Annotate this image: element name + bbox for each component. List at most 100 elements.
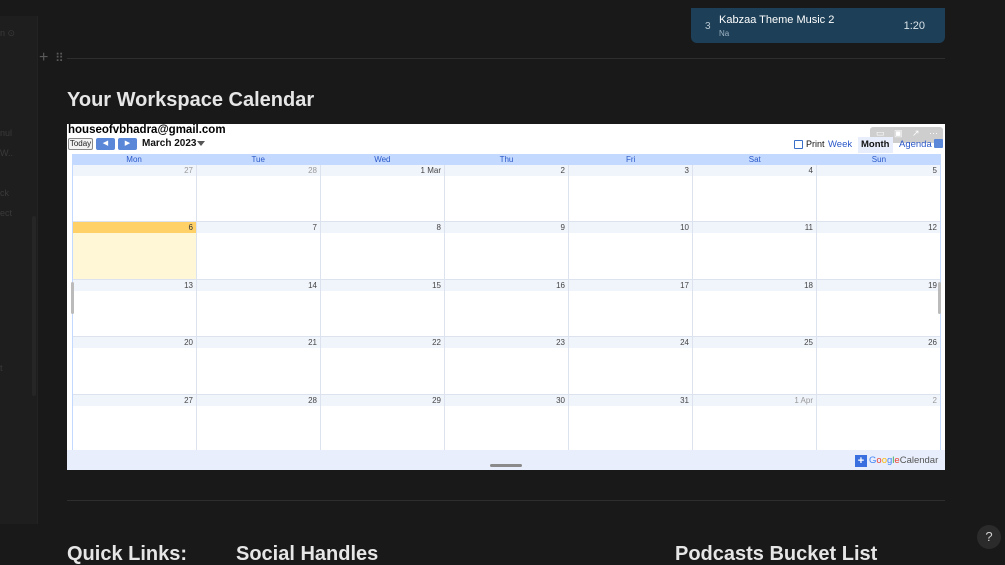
week-row: 27 28 1 Mar 2 3 4 5 bbox=[73, 165, 940, 223]
day-cell[interactable]: 28 bbox=[197, 165, 321, 222]
day-cell[interactable]: 19 bbox=[817, 279, 940, 336]
day-cell[interactable]: 23 bbox=[445, 337, 569, 394]
day-number[interactable]: 23 bbox=[445, 337, 568, 349]
print-icon[interactable] bbox=[794, 140, 803, 149]
day-cell[interactable]: 22 bbox=[321, 337, 445, 394]
day-number[interactable]: 15 bbox=[321, 279, 444, 291]
day-number[interactable]: 2 bbox=[817, 394, 940, 406]
view-month-tab[interactable]: Month bbox=[858, 137, 893, 153]
day-cell[interactable]: 10 bbox=[569, 222, 693, 279]
resize-handle[interactable] bbox=[490, 464, 522, 467]
day-number[interactable]: 2 bbox=[445, 165, 568, 176]
day-cell[interactable]: 7 bbox=[197, 222, 321, 279]
day-number[interactable]: 16 bbox=[445, 279, 568, 291]
day-number[interactable]: 21 bbox=[197, 337, 320, 349]
month-dropdown-icon[interactable] bbox=[197, 141, 205, 146]
right-scroll-handle[interactable] bbox=[938, 282, 941, 314]
day-number[interactable]: 5 bbox=[817, 165, 940, 176]
day-cell[interactable]: 12 bbox=[817, 222, 940, 278]
day-cell[interactable]: 24 bbox=[569, 337, 693, 394]
sidebar-fragment[interactable]: nul bbox=[0, 128, 12, 138]
sidebar-fragment[interactable]: n ⊙ bbox=[0, 28, 15, 39]
day-number[interactable]: 1 Apr bbox=[693, 394, 816, 406]
day-cell[interactable]: 13 bbox=[73, 279, 197, 337]
day-cell[interactable]: 2 bbox=[817, 394, 940, 451]
help-button[interactable]: ? bbox=[977, 525, 1001, 549]
day-number[interactable]: 4 bbox=[693, 165, 816, 176]
day-number[interactable]: 13 bbox=[73, 279, 196, 291]
day-cell-today[interactable]: 6 bbox=[73, 222, 197, 279]
sidebar-fragment[interactable]: ect bbox=[0, 208, 12, 218]
day-number[interactable]: 1 Mar bbox=[321, 165, 444, 176]
today-button[interactable]: Today bbox=[68, 138, 93, 150]
day-cell[interactable]: 1 Mar bbox=[321, 165, 445, 222]
page: n ⊙ nul W.. ck ect t + ⠿ 3 Kabzaa Theme … bbox=[0, 0, 1005, 565]
day-number[interactable]: 7 bbox=[197, 222, 320, 234]
day-cell[interactable]: 27 bbox=[73, 165, 197, 222]
day-cell[interactable]: 11 bbox=[693, 222, 817, 279]
day-cell[interactable]: 4 bbox=[693, 165, 817, 222]
day-cell[interactable]: 20 bbox=[73, 337, 197, 394]
left-scroll-handle[interactable] bbox=[71, 282, 74, 314]
google-calendar-logo[interactable]: GoogleCalendar bbox=[869, 455, 938, 466]
day-number[interactable]: 31 bbox=[569, 394, 692, 406]
day-cell[interactable]: 26 bbox=[817, 337, 940, 393]
sidebar-fragment[interactable]: ck bbox=[0, 188, 9, 198]
next-month-icon[interactable]: ▶ bbox=[118, 138, 137, 150]
sidebar-scrollbar[interactable] bbox=[32, 216, 36, 396]
day-cell[interactable]: 25 bbox=[693, 337, 817, 394]
day-number[interactable]: 28 bbox=[197, 165, 320, 176]
weekday-label: Fri bbox=[625, 155, 636, 164]
day-number[interactable]: 10 bbox=[569, 222, 692, 234]
day-cell[interactable]: 30 bbox=[445, 394, 569, 451]
day-number[interactable]: 12 bbox=[817, 222, 940, 234]
day-number[interactable]: 9 bbox=[445, 222, 568, 234]
day-cell[interactable]: 29 bbox=[321, 394, 445, 451]
day-number[interactable]: 6 bbox=[73, 222, 196, 234]
day-number[interactable]: 14 bbox=[197, 279, 320, 291]
day-number[interactable]: 25 bbox=[693, 337, 816, 349]
day-cell[interactable]: 16 bbox=[445, 279, 569, 337]
add-block-icon[interactable]: + bbox=[39, 50, 48, 66]
day-cell[interactable]: 21 bbox=[197, 337, 321, 394]
day-cell[interactable]: 18 bbox=[693, 279, 817, 337]
day-cell[interactable]: 17 bbox=[569, 279, 693, 337]
day-cell[interactable]: 2 bbox=[445, 165, 569, 222]
day-cell[interactable]: 15 bbox=[321, 279, 445, 337]
day-cell[interactable]: 14 bbox=[197, 279, 321, 337]
day-number[interactable]: 26 bbox=[817, 337, 940, 349]
day-number[interactable]: 18 bbox=[693, 279, 816, 291]
day-number[interactable]: 19 bbox=[817, 279, 940, 291]
day-number[interactable]: 22 bbox=[321, 337, 444, 349]
day-cell[interactable]: 1 Apr bbox=[693, 394, 817, 451]
day-number[interactable]: 30 bbox=[445, 394, 568, 406]
view-week-tab[interactable]: Week bbox=[825, 137, 855, 153]
day-number[interactable]: 17 bbox=[569, 279, 692, 291]
day-number[interactable]: 3 bbox=[569, 165, 692, 176]
sidebar-fragment[interactable]: W.. bbox=[0, 148, 13, 158]
day-number[interactable]: 24 bbox=[569, 337, 692, 349]
prev-month-icon[interactable]: ◀ bbox=[96, 138, 115, 150]
day-cell[interactable]: 8 bbox=[321, 222, 445, 279]
drag-handle-icon[interactable]: ⠿ bbox=[55, 51, 64, 65]
day-cell[interactable]: 31 bbox=[569, 394, 693, 451]
view-agenda-tab[interactable]: Agenda bbox=[896, 137, 935, 153]
day-cell[interactable]: 3 bbox=[569, 165, 693, 222]
day-cell[interactable]: 5 bbox=[817, 165, 940, 221]
day-number[interactable]: 20 bbox=[73, 337, 196, 349]
day-number[interactable]: 8 bbox=[321, 222, 444, 234]
sidebar-fragment[interactable]: t bbox=[0, 363, 3, 373]
print-button[interactable]: Print bbox=[806, 139, 825, 149]
day-number[interactable]: 28 bbox=[197, 394, 320, 406]
day-cell[interactable]: 27 bbox=[73, 394, 197, 451]
track-title[interactable]: Kabzaa Theme Music 2 bbox=[719, 14, 834, 26]
day-number[interactable]: 11 bbox=[693, 222, 816, 234]
day-cell[interactable]: 9 bbox=[445, 222, 569, 279]
day-number[interactable]: 27 bbox=[73, 394, 196, 406]
day-cell[interactable]: 28 bbox=[197, 394, 321, 451]
add-to-google-calendar-icon[interactable]: + bbox=[855, 455, 867, 467]
day-number[interactable]: 29 bbox=[321, 394, 444, 406]
view-dropdown-icon[interactable] bbox=[934, 139, 943, 148]
music-player[interactable]: 3 Kabzaa Theme Music 2 Na 1:20 bbox=[691, 8, 945, 43]
day-number[interactable]: 27 bbox=[73, 165, 196, 176]
